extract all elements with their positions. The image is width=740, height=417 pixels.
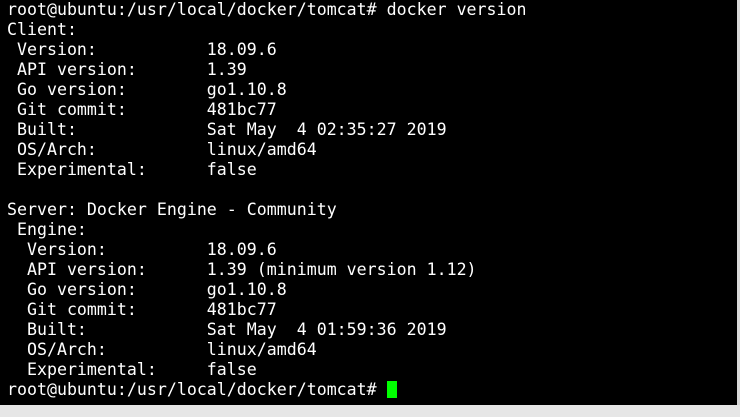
terminal-line: Git commit: 481bc77 bbox=[7, 300, 277, 319]
window-bottom-border bbox=[0, 405, 740, 417]
terminal-line: Experimental: false bbox=[7, 160, 257, 179]
terminal-line: Go version: go1.10.8 bbox=[7, 280, 287, 299]
terminal-line: Client: bbox=[7, 20, 77, 39]
terminal-line: Go version: go1.10.8 bbox=[7, 80, 287, 99]
terminal-line: root@ubuntu:/usr/local/docker/tomcat# do… bbox=[7, 0, 527, 19]
terminal-line: API version: 1.39 bbox=[7, 60, 247, 79]
terminal-line: Experimental: false bbox=[7, 360, 257, 379]
terminal-window[interactable]: root@ubuntu:/usr/local/docker/tomcat# do… bbox=[0, 0, 740, 405]
terminal-line: Version: 18.09.6 bbox=[7, 240, 277, 259]
terminal-line: OS/Arch: linux/amd64 bbox=[7, 340, 317, 359]
terminal-line: Built: Sat May 4 01:59:36 2019 bbox=[7, 320, 447, 339]
terminal-cursor bbox=[386, 381, 397, 398]
terminal-line: Server: Docker Engine - Community bbox=[7, 200, 337, 219]
terminal-prompt: root@ubuntu:/usr/local/docker/tomcat# bbox=[7, 380, 387, 399]
terminal-line: Git commit: 481bc77 bbox=[7, 100, 277, 119]
terminal-line: Engine: bbox=[7, 220, 87, 239]
terminal-line: Version: 18.09.6 bbox=[7, 40, 277, 59]
terminal-line: OS/Arch: linux/amd64 bbox=[7, 140, 317, 159]
terminal-prompt-line[interactable]: root@ubuntu:/usr/local/docker/tomcat# bbox=[7, 380, 397, 400]
terminal-line: API version: 1.39 (minimum version 1.12) bbox=[7, 260, 477, 279]
terminal-line: Built: Sat May 4 02:35:27 2019 bbox=[7, 120, 447, 139]
